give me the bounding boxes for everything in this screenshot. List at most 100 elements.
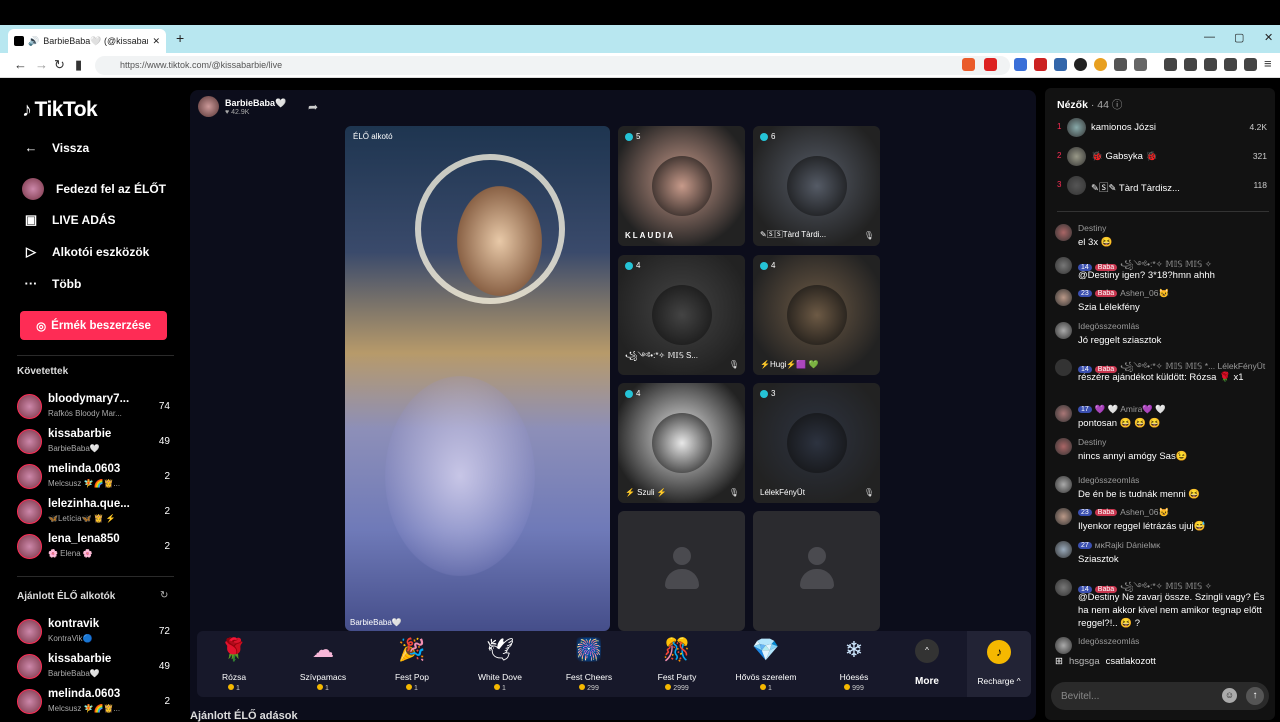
- vpn-icon[interactable]: [1244, 58, 1257, 71]
- following-account[interactable]: bloodymary7... Rafkós Bloody Mar... 74: [17, 392, 177, 422]
- top-viewer[interactable]: 2 🐞 Gabsyka 🐞 321: [1057, 146, 1267, 168]
- translate-icon[interactable]: [1014, 58, 1027, 71]
- recharge-button[interactable]: ♪ Recharge ^: [967, 631, 1031, 697]
- chat-username[interactable]: Destiny: [1078, 223, 1106, 233]
- wallet-icon[interactable]: [1204, 58, 1217, 71]
- extension-circle-icon[interactable]: [1074, 58, 1087, 71]
- score-value: 4: [771, 261, 776, 270]
- guest-tile[interactable]: 4 ⚡ Szuli ⚡ 🎙: [618, 383, 745, 503]
- gift-item[interactable]: 🎊 Fest Party 2999: [642, 635, 712, 692]
- top-viewer[interactable]: 3 ✎🅂✎ Tàrd Tàrdisz... 118: [1057, 175, 1267, 197]
- chat-avatar[interactable]: [1055, 224, 1072, 241]
- top-viewer[interactable]: 1 kamionos Józsi 4.2K: [1057, 117, 1267, 139]
- following-account[interactable]: melinda.0603 Melcsusz 🧚🌈👸... 2: [17, 462, 177, 492]
- nav-creator-tools[interactable]: ▷ Alkotói eszközök: [22, 244, 149, 260]
- get-coins-button[interactable]: ◎ Érmék beszerzése: [20, 311, 167, 340]
- gift-item[interactable]: ❄ Hóesés 999: [819, 635, 889, 692]
- gift-item[interactable]: 🎉 Fest Pop 1: [377, 635, 447, 692]
- guest-tile[interactable]: 6 ✎🅂🅂Tàrd Tàrdi... 🎙: [753, 126, 880, 246]
- reload-icon[interactable]: ↻: [54, 57, 65, 73]
- sidebar-icon[interactable]: [1184, 58, 1197, 71]
- chat-avatar[interactable]: [1055, 289, 1072, 306]
- guest-tile[interactable]: 4 ꧁༺•:*✧ 𝕄𝕀𝕊 S... 🎙: [618, 255, 745, 375]
- guest-name: ✎🅂🅂Tàrd Tàrdi...: [760, 230, 827, 239]
- empty-seat[interactable]: [618, 511, 745, 631]
- chat-meta: 23 Baba Ashen_06😺: [1078, 507, 1169, 518]
- guest-tile[interactable]: 4 ⚡Hugi⚡🟪 💚: [753, 255, 880, 375]
- chat-avatar[interactable]: [1055, 541, 1072, 558]
- minimize-button[interactable]: —: [1204, 31, 1215, 43]
- window-close-button[interactable]: ✕: [1264, 31, 1273, 44]
- chat-username[interactable]: 💜 🤍 Amira💜 🤍: [1095, 404, 1166, 415]
- gift-item[interactable]: 🌹 Rózsa 1: [199, 635, 269, 692]
- suggested-account[interactable]: kissabarbie BarbieBaba🤍 49: [17, 652, 177, 682]
- suggested-account[interactable]: melinda.0603 Melcsusz 🧚🌈👸... 2: [17, 687, 177, 717]
- main-host-video[interactable]: ÉLŐ alkotó BarbieBaba🤍: [345, 126, 610, 631]
- tab-close-icon[interactable]: ✕: [152, 36, 160, 47]
- chat-username[interactable]: Destiny: [1078, 437, 1106, 447]
- back-arrow-icon[interactable]: ←: [14, 57, 27, 72]
- score-value: 4: [636, 261, 641, 270]
- chat-username[interactable]: Ashen_06😺: [1120, 507, 1169, 518]
- browser-menu-icon[interactable]: ≡: [1264, 56, 1272, 71]
- chat-avatar[interactable]: [1055, 257, 1072, 274]
- chat-text: Ilyenkor reggel létrázás ujuj😅: [1078, 521, 1206, 532]
- new-tab-button[interactable]: +: [176, 30, 184, 46]
- chat-avatar[interactable]: [1055, 322, 1072, 339]
- media-note-icon[interactable]: [1164, 58, 1177, 71]
- guest-tile[interactable]: 5 KLAUDIA: [618, 126, 745, 246]
- leo-icon[interactable]: [1224, 58, 1237, 71]
- nav-back[interactable]: ← Vissza: [22, 140, 90, 155]
- chat-avatar[interactable]: [1055, 359, 1072, 376]
- extension-x-icon[interactable]: [1034, 58, 1047, 71]
- viewers-header[interactable]: Nézők · 44 ⓘ: [1057, 97, 1122, 112]
- chat-avatar[interactable]: [1055, 405, 1072, 422]
- chat-username[interactable]: Idegösszeomlás: [1078, 321, 1139, 331]
- browser-tab[interactable]: 🔊 BarbieBaba🤍 (@kissabarbie ✕: [8, 29, 166, 53]
- extensions-puzzle-icon[interactable]: [1114, 58, 1127, 71]
- chat-username[interactable]: Ashen_06😺: [1120, 288, 1169, 299]
- chat-avatar[interactable]: [1055, 508, 1072, 525]
- extension-triangle-icon[interactable]: [984, 58, 997, 71]
- host-info[interactable]: BarbieBaba🤍 ♥ 42.9K: [198, 96, 286, 117]
- chat-input[interactable]: [1061, 688, 1221, 704]
- browser-tab-bar: 🔊 BarbieBaba🤍 (@kissabarbie ✕ + — ▢ ✕: [0, 25, 1280, 53]
- forward-arrow-icon[interactable]: →: [35, 57, 48, 72]
- brave-shield-icon[interactable]: [962, 58, 975, 71]
- gift-item[interactable]: 🎆 Fest Cheers 299: [554, 635, 624, 692]
- gift-item[interactable]: 💎 Hővös szerelem 1: [731, 635, 801, 692]
- chat-username[interactable]: Idegösszeomlás: [1078, 475, 1139, 485]
- chat-avatar[interactable]: [1055, 438, 1072, 455]
- gift-item[interactable]: 🕊 White Dove 1: [465, 635, 535, 692]
- maximize-button[interactable]: ▢: [1234, 31, 1244, 44]
- nav-explore-live[interactable]: Fedezd fel az ÉLŐT: [22, 178, 166, 200]
- extension-color-icon[interactable]: [1094, 58, 1107, 71]
- nav-more[interactable]: ··· Több: [22, 276, 82, 291]
- url-field[interactable]: https://www.tiktok.com/@kissabarbie/live: [95, 56, 1010, 75]
- more-gifts-button[interactable]: ^ More: [906, 639, 948, 687]
- extension-gear-icon[interactable]: [1134, 58, 1147, 71]
- chat-avatar[interactable]: [1055, 637, 1072, 654]
- tiktok-logo[interactable]: ♪ TikTok: [22, 98, 98, 122]
- chat-avatar[interactable]: [1055, 579, 1072, 596]
- chat-username[interactable]: Idegösszeomlás: [1078, 636, 1139, 646]
- suggested-account[interactable]: kontravik KontraVik🔵 72: [17, 617, 177, 647]
- nav-live-studio[interactable]: ▣ LIVE ADÁS: [22, 212, 116, 228]
- empty-seat[interactable]: [753, 511, 880, 631]
- guest-tile[interactable]: 3 LélekFényÜt 🎙: [753, 383, 880, 503]
- gift-item[interactable]: ☁ Szívpamacs 1: [288, 635, 358, 692]
- hls-extension-icon[interactable]: [1054, 58, 1067, 71]
- send-icon[interactable]: ↑: [1246, 687, 1264, 705]
- bookmark-icon[interactable]: ▮: [75, 57, 82, 73]
- score-dot-icon: [625, 389, 633, 398]
- chat-avatar[interactable]: [1055, 476, 1072, 493]
- following-account[interactable]: lena_lena850 🌸 Elena 🌸 2: [17, 532, 177, 562]
- emoji-icon[interactable]: ☺: [1222, 688, 1237, 703]
- following-account[interactable]: kissabarbie BarbieBaba🤍 49: [17, 427, 177, 457]
- following-account[interactable]: lelezinha.que... 🦋Letícia🦋 👸 ⚡ 2: [17, 497, 177, 527]
- coin-icon: ♪: [987, 640, 1011, 664]
- chat-username[interactable]: ᴍᴋRajki Dánielᴍᴋ: [1095, 540, 1161, 550]
- share-icon[interactable]: ➦: [308, 100, 318, 114]
- refresh-icon[interactable]: ↻: [160, 590, 168, 601]
- coin-icon: ◎: [36, 320, 47, 333]
